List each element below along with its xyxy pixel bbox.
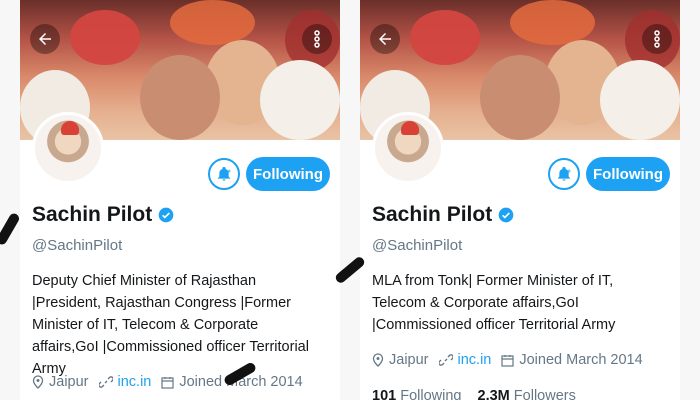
- arrow-left-icon[interactable]: [30, 24, 60, 54]
- profile-name: Sachin Pilot: [32, 203, 174, 227]
- location-text: Jaipur: [49, 374, 89, 390]
- profile-handle: @SachinPilot: [32, 237, 123, 254]
- verified-badge-icon: [498, 207, 514, 223]
- calendar-icon: [161, 376, 174, 389]
- right-margin: [680, 0, 700, 400]
- bell-plus-icon[interactable]: [548, 158, 580, 190]
- more-vertical-icon[interactable]: [302, 24, 332, 54]
- location-text: Jaipur: [389, 352, 429, 368]
- link-icon: [438, 353, 453, 367]
- website-link[interactable]: inc.in: [458, 352, 492, 368]
- profile-name-text: Sachin Pilot: [372, 203, 493, 226]
- location-icon: [32, 375, 44, 389]
- location-icon: [372, 353, 384, 367]
- avatar[interactable]: [32, 112, 104, 184]
- calendar-icon: [501, 354, 514, 367]
- profile-meta: Jaipur inc.in Joined March 2014: [32, 374, 313, 390]
- verified-badge-icon: [158, 207, 174, 223]
- profile-name-text: Sachin Pilot: [32, 203, 153, 226]
- more-vertical-icon[interactable]: [642, 24, 672, 54]
- following-button[interactable]: Following: [246, 157, 330, 191]
- following-count[interactable]: 101: [372, 388, 396, 400]
- profile-panel-left: Following Sachin Pilot @SachinPilot Depu…: [20, 0, 340, 400]
- avatar[interactable]: [372, 112, 444, 184]
- center-gap: [340, 0, 360, 400]
- followers-label[interactable]: Followers: [514, 388, 576, 400]
- followers-count[interactable]: 2.3M: [478, 388, 510, 400]
- profile-bio: Deputy Chief Minister of Rajasthan |Pres…: [32, 273, 309, 377]
- website-link[interactable]: inc.in: [118, 374, 152, 390]
- left-margin: [0, 0, 20, 400]
- joined-date: Joined March 2014: [519, 352, 643, 368]
- profile-meta: Jaipur inc.in Joined March 2014: [372, 352, 653, 368]
- profile-handle: @SachinPilot: [372, 237, 463, 254]
- link-icon: [98, 375, 113, 389]
- follow-stats: 101 Following 2.3M Followers: [372, 388, 588, 400]
- profile-name: Sachin Pilot: [372, 203, 514, 227]
- bell-plus-icon[interactable]: [208, 158, 240, 190]
- arrow-left-icon[interactable]: [370, 24, 400, 54]
- following-label[interactable]: Following: [400, 388, 461, 400]
- profile-panel-right: Following Sachin Pilot @SachinPilot MLA …: [360, 0, 680, 400]
- profile-bio: MLA from Tonk| Former Minister of IT, Te…: [372, 273, 616, 333]
- following-button[interactable]: Following: [586, 157, 670, 191]
